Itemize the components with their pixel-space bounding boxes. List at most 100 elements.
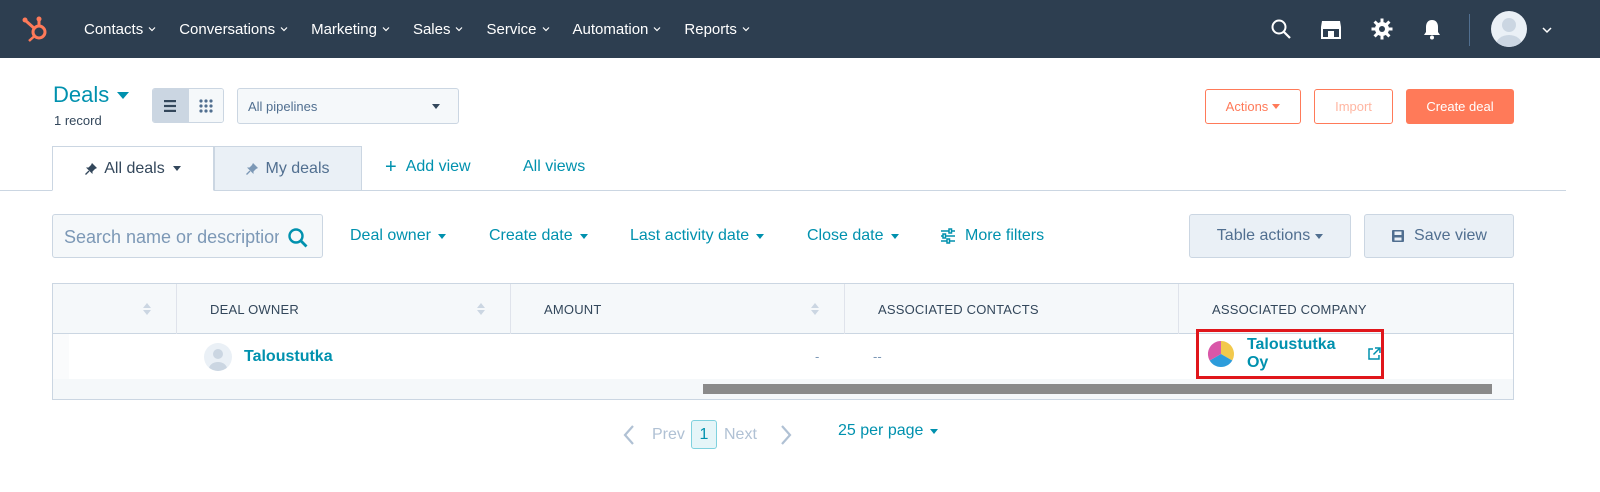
chevron-down-icon[interactable] — [1542, 25, 1552, 35]
pipeline-select[interactable]: All pipelines — [237, 88, 459, 124]
search-icon[interactable] — [287, 227, 309, 249]
caret-down-icon[interactable] — [172, 166, 181, 171]
search-icon[interactable] — [1269, 17, 1293, 41]
last-activity-date-filter[interactable]: Last activity date — [630, 227, 765, 245]
scrollbar-thumb[interactable] — [703, 384, 1492, 394]
hubspot-logo-icon[interactable] — [20, 14, 50, 44]
nav-label: Reports — [684, 20, 737, 38]
avatar — [204, 342, 232, 371]
chevron-down-icon — [742, 27, 750, 32]
pin-icon — [246, 162, 259, 175]
company-link[interactable]: Taloustutka Oy — [1247, 336, 1361, 372]
column-header-name[interactable] — [53, 284, 177, 334]
company-logo-icon — [1207, 341, 1234, 368]
sort-icon[interactable] — [476, 301, 486, 317]
column-header-deal-owner[interactable]: DEAL OWNER — [177, 284, 511, 334]
bell-icon[interactable] — [1420, 17, 1444, 41]
chevron-down-icon — [653, 27, 661, 32]
nav-service[interactable]: Service — [486, 21, 549, 38]
marketplace-icon[interactable] — [1319, 17, 1343, 41]
sort-icon[interactable] — [810, 301, 820, 317]
table-actions-label: Table actions — [1216, 227, 1311, 244]
nav-label: Marketing — [311, 20, 377, 38]
caret-down-icon — [579, 233, 588, 239]
board-view-button[interactable] — [187, 89, 223, 122]
record-count: 1 record — [54, 113, 102, 128]
nav-sales[interactable]: Sales — [413, 21, 464, 38]
avatar[interactable] — [1491, 11, 1527, 47]
page-title-text: Deals — [53, 82, 110, 107]
caret-down-icon — [432, 104, 440, 109]
column-header-label: ASSOCIATED COMPANY — [1212, 301, 1367, 317]
caret-down-icon — [437, 233, 446, 239]
nav-conversations[interactable]: Conversations — [179, 21, 288, 38]
actions-button[interactable]: Actions — [1205, 89, 1301, 124]
close-date-filter[interactable]: Close date — [807, 227, 899, 245]
page-number-button[interactable]: 1 — [691, 420, 717, 449]
user-icon — [1496, 18, 1522, 47]
search-input[interactable] — [64, 225, 279, 249]
chevron-down-icon — [280, 27, 288, 32]
create-deal-button[interactable]: Create deal — [1406, 89, 1514, 124]
nav-automation[interactable]: Automation — [573, 21, 662, 38]
tab-all-deals[interactable]: All deals — [52, 146, 214, 191]
nav-label: Sales — [412, 20, 451, 38]
pin-icon — [85, 162, 98, 175]
nav-contacts[interactable]: Contacts — [84, 21, 156, 38]
tab-label: All deals — [104, 159, 165, 177]
filter-label: Create date — [489, 227, 573, 244]
table-actions-button[interactable]: Table actions — [1189, 214, 1351, 258]
sort-icon[interactable] — [142, 301, 152, 317]
per-page-select[interactable]: 25 per page — [838, 422, 939, 440]
list-icon — [164, 99, 177, 112]
nav-label: Automation — [572, 20, 649, 38]
chevron-left-icon — [623, 425, 634, 445]
save-view-button[interactable]: Save view — [1364, 214, 1514, 258]
caret-down-icon — [890, 233, 899, 239]
per-page-label: 25 per page — [838, 422, 924, 439]
external-link-icon[interactable] — [1367, 347, 1381, 361]
deal-owner-cell: Taloustutka — [204, 334, 333, 379]
filter-label: Last activity date — [630, 227, 750, 244]
nav-marketing[interactable]: Marketing — [311, 21, 390, 38]
associated-contacts-cell: -- — [873, 334, 882, 379]
deal-owner-filter[interactable]: Deal owner — [350, 227, 446, 245]
row-sticky-cell — [53, 334, 69, 379]
all-views-link[interactable]: All views — [523, 158, 585, 176]
caret-down-icon — [756, 233, 765, 239]
table-header: DEAL OWNER AMOUNT ASSOCIATED CONTACTS AS… — [53, 284, 1513, 334]
prev-label: Prev — [652, 426, 685, 443]
chevron-down-icon — [456, 27, 463, 32]
next-page-button[interactable]: Next — [724, 420, 793, 450]
caret-down-icon — [117, 91, 130, 99]
column-header-associated-company[interactable]: ASSOCIATED COMPANY — [1179, 284, 1513, 334]
deal-owner-link[interactable]: Taloustutka — [244, 348, 333, 366]
horizontal-scrollbar[interactable] — [53, 379, 1513, 399]
column-header-amount[interactable]: AMOUNT — [511, 284, 845, 334]
chevron-down-icon — [382, 27, 390, 32]
caret-down-icon — [1272, 104, 1281, 109]
amount-cell: - — [815, 334, 819, 379]
create-date-filter[interactable]: Create date — [489, 227, 588, 245]
sliders-icon — [941, 228, 955, 244]
associated-company-cell: Taloustutka Oy — [1196, 329, 1384, 379]
page-scrollbar[interactable] — [1566, 58, 1600, 492]
column-header-label: AMOUNT — [544, 301, 602, 317]
list-view-button[interactable] — [153, 89, 188, 122]
view-toggle — [152, 88, 224, 123]
prev-page-button[interactable]: Prev — [622, 420, 685, 450]
pipeline-select-value: All pipelines — [248, 99, 318, 114]
plus-icon: + — [385, 156, 397, 178]
tab-my-deals[interactable]: My deals — [214, 146, 362, 191]
gear-icon[interactable] — [1370, 17, 1394, 41]
nav-label: Conversations — [179, 20, 276, 38]
chevron-down-icon — [148, 27, 156, 32]
column-header-associated-contacts[interactable]: ASSOCIATED CONTACTS — [845, 284, 1179, 334]
save-icon — [1392, 230, 1405, 242]
import-button[interactable]: Import — [1314, 89, 1393, 124]
nav-reports[interactable]: Reports — [684, 21, 750, 38]
add-view-button[interactable]: + Add view — [385, 156, 471, 178]
page-title[interactable]: Deals — [53, 82, 130, 108]
more-filters-button[interactable]: More filters — [940, 227, 1044, 245]
nav-divider — [1469, 14, 1470, 46]
